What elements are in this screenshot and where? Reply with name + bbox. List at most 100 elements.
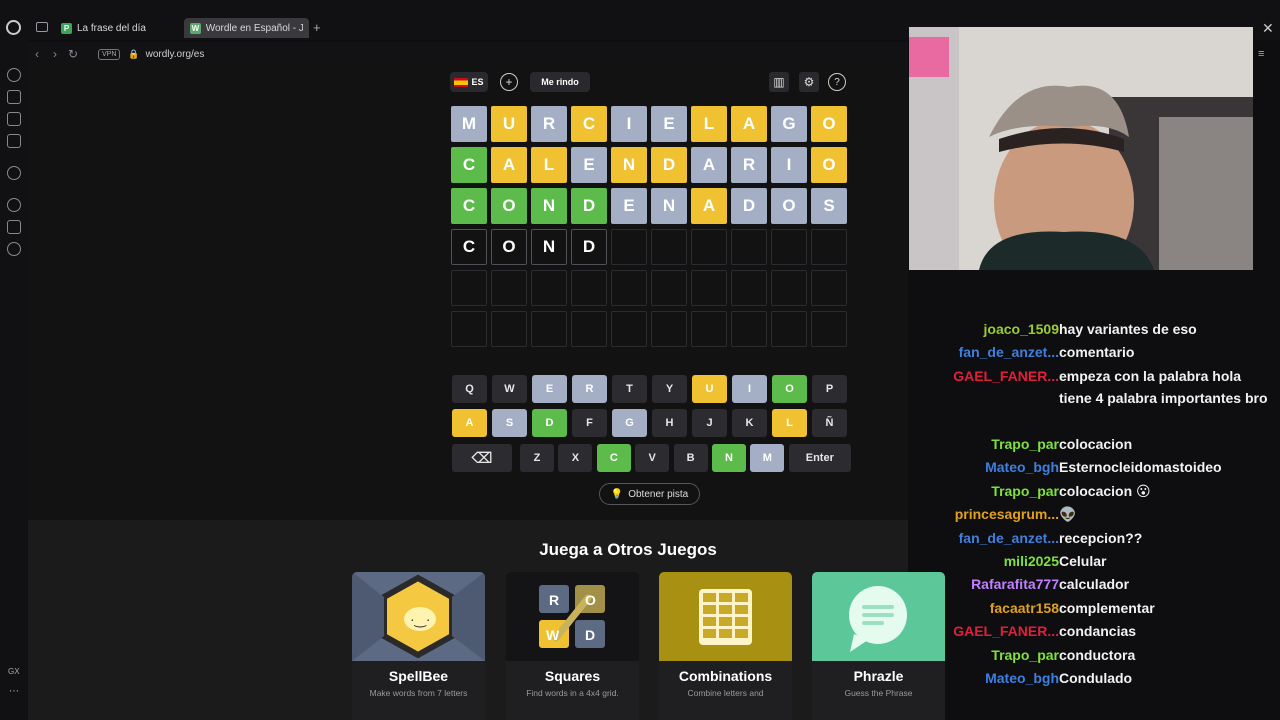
chat-text: Esternocleidomastoideo bbox=[1059, 459, 1222, 476]
back-icon[interactable]: ‹ bbox=[28, 47, 46, 61]
chat-username[interactable]: Mateo_bgh bbox=[985, 667, 1059, 689]
chat-username[interactable]: princesagrum... bbox=[955, 503, 1059, 525]
opera-logo-icon[interactable] bbox=[6, 20, 21, 35]
game-card-squares[interactable]: R O W D Squares Find words in a 4x4 grid… bbox=[506, 572, 639, 720]
extensions-icon[interactable] bbox=[7, 220, 21, 234]
board-tile: S bbox=[811, 188, 847, 224]
chat-username[interactable]: fan_de_anzet... bbox=[959, 527, 1059, 549]
key-f[interactable]: F bbox=[572, 409, 607, 437]
key-d[interactable]: D bbox=[532, 409, 567, 437]
chat-username[interactable]: GAEL_FANER... bbox=[953, 620, 1059, 642]
chat-text: complementar bbox=[1059, 599, 1155, 616]
give-up-button[interactable]: Me rindo bbox=[530, 72, 590, 92]
key-w[interactable]: W bbox=[492, 375, 527, 403]
menu-icon[interactable]: ≡ bbox=[1258, 48, 1264, 60]
key-t[interactable]: T bbox=[612, 375, 647, 403]
key-v[interactable]: V bbox=[635, 444, 670, 472]
forward-icon[interactable]: › bbox=[46, 47, 64, 61]
key-z[interactable]: Z bbox=[520, 444, 554, 472]
chat-username[interactable]: Trapo_par bbox=[991, 480, 1059, 502]
chat-username[interactable]: facaatr158 bbox=[990, 597, 1059, 619]
messenger-icon[interactable] bbox=[7, 134, 21, 148]
key-h[interactable]: H bbox=[652, 409, 687, 437]
vpn-badge[interactable]: VPN bbox=[98, 48, 121, 60]
history-sidebar-icon[interactable] bbox=[7, 68, 21, 82]
key-l[interactable]: L bbox=[772, 409, 807, 437]
lightbulb-icon: 💡 bbox=[610, 488, 624, 500]
key-r[interactable]: R bbox=[572, 375, 607, 403]
chat-text: recepcion?? bbox=[1059, 529, 1143, 546]
clock-icon[interactable] bbox=[7, 198, 21, 212]
board-tile bbox=[651, 229, 687, 265]
board-tile bbox=[491, 270, 527, 306]
hint-button[interactable]: 💡 Obtener pista bbox=[599, 483, 700, 505]
squares-art: R O W D bbox=[506, 572, 639, 661]
chat-username[interactable]: Trapo_par bbox=[991, 644, 1059, 666]
board-tile bbox=[691, 270, 727, 306]
settings-sidebar-icon[interactable] bbox=[7, 242, 21, 256]
chat-username[interactable]: Rafarafita777 bbox=[971, 573, 1059, 595]
chat-username[interactable]: fan_de_anzet... bbox=[959, 341, 1059, 363]
new-game-plus-icon[interactable]: + bbox=[500, 73, 518, 91]
reload-icon[interactable]: ↻ bbox=[64, 47, 82, 61]
new-tab-button[interactable]: + bbox=[313, 20, 321, 35]
board-tile: C bbox=[571, 106, 607, 142]
url-field[interactable]: wordly.org/es bbox=[146, 49, 205, 60]
key-ñ[interactable]: Ñ bbox=[812, 409, 847, 437]
tab-la-frase-del-dia[interactable]: P La frase del día bbox=[55, 18, 175, 38]
more-icon[interactable]: ⋯ bbox=[9, 686, 19, 697]
language-selector[interactable]: ES bbox=[450, 72, 488, 92]
stats-icon[interactable]: ▥ bbox=[769, 72, 789, 92]
chatgpt-icon[interactable] bbox=[7, 166, 21, 180]
chat-username[interactable]: mili2025 bbox=[1004, 550, 1059, 572]
board-tile bbox=[731, 311, 767, 347]
backspace-key[interactable]: ⌫ bbox=[452, 444, 512, 472]
board-tile bbox=[691, 311, 727, 347]
game-card-combinations[interactable]: Combinations Combine letters and bbox=[659, 572, 792, 720]
bag-icon[interactable] bbox=[7, 90, 21, 104]
chat-username[interactable]: Trapo_par bbox=[991, 433, 1059, 455]
chat-text: 👽 bbox=[1059, 506, 1077, 523]
key-p[interactable]: P bbox=[812, 375, 847, 403]
help-icon[interactable]: ? bbox=[828, 73, 846, 91]
game-card-desc: Find words in a 4x4 grid. bbox=[526, 688, 619, 698]
language-label: ES bbox=[471, 77, 484, 87]
spain-flag-icon bbox=[454, 77, 469, 87]
key-j[interactable]: J bbox=[692, 409, 727, 437]
enter-key[interactable]: Enter bbox=[788, 444, 851, 472]
tab-wordle-espanol[interactable]: W Wordle en Español - Jueg bbox=[184, 18, 309, 38]
key-c[interactable]: C bbox=[596, 444, 631, 472]
key-k[interactable]: K bbox=[732, 409, 767, 437]
key-m[interactable]: M bbox=[750, 444, 785, 472]
key-y[interactable]: Y bbox=[652, 375, 687, 403]
key-q[interactable]: Q bbox=[452, 375, 487, 403]
key-g[interactable]: G bbox=[612, 409, 647, 437]
game-card-spellbee[interactable]: ·‿· SpellBee Make words from 7 letters bbox=[352, 572, 485, 720]
browser-sidebar bbox=[0, 40, 28, 720]
notes-icon[interactable] bbox=[7, 112, 21, 126]
board-tile bbox=[531, 270, 567, 306]
gx-label[interactable]: GX bbox=[8, 667, 20, 676]
settings-gear-icon[interactable]: ⚙ bbox=[799, 72, 819, 92]
key-n[interactable]: N bbox=[712, 444, 746, 472]
scrollbar[interactable] bbox=[1270, 40, 1280, 720]
squares-letter: R bbox=[549, 592, 559, 608]
board-tile: L bbox=[531, 147, 567, 183]
workspaces-icon[interactable] bbox=[36, 22, 48, 32]
chat-username[interactable]: joaco_1509 bbox=[984, 318, 1060, 340]
key-o[interactable]: O bbox=[772, 375, 807, 403]
board-tile bbox=[771, 229, 807, 265]
board-tile bbox=[771, 270, 807, 306]
board-tile bbox=[651, 311, 687, 347]
key-u[interactable]: U bbox=[692, 375, 727, 403]
close-window-icon[interactable]: ✕ bbox=[1262, 20, 1274, 37]
key-s[interactable]: S bbox=[492, 409, 527, 437]
key-e[interactable]: E bbox=[532, 375, 567, 403]
chat-username[interactable]: GAEL_FANER... bbox=[953, 365, 1059, 387]
chat-username[interactable]: Mateo_bgh bbox=[985, 456, 1059, 478]
key-b[interactable]: B bbox=[673, 444, 708, 472]
key-a[interactable]: A bbox=[452, 409, 487, 437]
key-i[interactable]: I bbox=[732, 375, 767, 403]
key-x[interactable]: X bbox=[558, 444, 593, 472]
game-card-title: Squares bbox=[544, 668, 601, 684]
